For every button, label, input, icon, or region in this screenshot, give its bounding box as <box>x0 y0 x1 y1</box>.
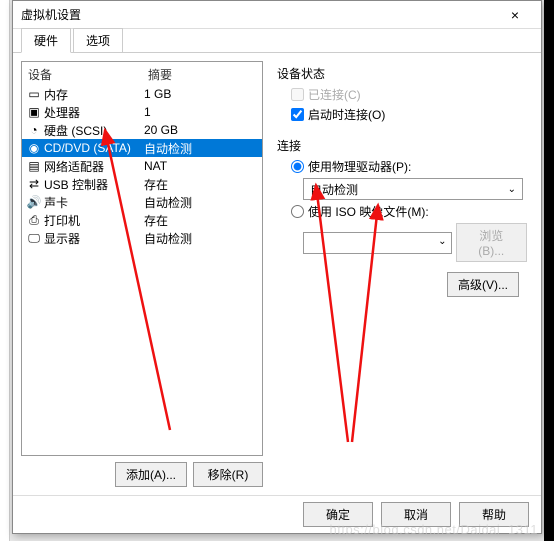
hardware-row[interactable]: ▭内存1 GB <box>22 85 262 103</box>
hardware-row[interactable]: ⇄USB 控制器存在 <box>22 175 262 193</box>
connect-at-poweron-input[interactable] <box>291 108 304 121</box>
remove-button[interactable]: 移除(R) <box>193 462 263 487</box>
tab-strip: 硬件 选项 <box>13 29 541 53</box>
device-name: 声卡 <box>44 194 144 211</box>
device-summary: 20 GB <box>144 123 258 137</box>
device-summary: NAT <box>144 159 258 173</box>
device-summary: 自动检测 <box>144 194 258 211</box>
add-button[interactable]: 添加(A)... <box>115 462 187 487</box>
connect-at-poweron-checkbox[interactable]: 启动时连接(O) <box>291 106 527 123</box>
hardware-list[interactable]: ▭内存1 GB▣处理器1◔硬盘 (SCSI)20 GB◉CD/DVD (SATA… <box>22 85 262 455</box>
memory-icon: ▭ <box>26 87 42 101</box>
usb-icon: ⇄ <box>26 177 42 191</box>
device-name: CD/DVD (SATA) <box>44 141 144 155</box>
use-physical-radio[interactable]: 使用物理驱动器(P): <box>291 158 527 175</box>
cancel-button[interactable]: 取消 <box>381 502 451 527</box>
display-icon: 🖵 <box>26 231 42 245</box>
titlebar: 虚拟机设置 × <box>13 1 541 29</box>
hardware-row[interactable]: ◉CD/DVD (SATA)自动检测 <box>22 139 262 157</box>
hardware-row[interactable]: ◔硬盘 (SCSI)20 GB <box>22 121 262 139</box>
printer-icon: ⎙ <box>26 213 42 227</box>
help-button[interactable]: 帮助 <box>459 502 529 527</box>
device-summary: 存在 <box>144 212 258 229</box>
advanced-button[interactable]: 高级(V)... <box>447 272 519 297</box>
device-summary: 1 GB <box>144 87 258 101</box>
device-summary: 1 <box>144 105 258 119</box>
column-summary: 摘要 <box>148 66 172 83</box>
ok-button[interactable]: 确定 <box>303 502 373 527</box>
device-name: 硬盘 (SCSI) <box>44 122 144 139</box>
vm-settings-window: 虚拟机设置 × 硬件 选项 设备 摘要 ▭内存1 GB▣处理器1◔硬盘 (SCS… <box>12 0 542 534</box>
physical-drive-dropdown[interactable]: 自动检测 <box>303 178 523 200</box>
device-status-label: 设备状态 <box>277 65 527 82</box>
dialog-footer: 确定 取消 帮助 <box>13 495 541 533</box>
connected-checkbox: 已连接(C) <box>291 86 527 103</box>
hardware-row[interactable]: ⎙打印机存在 <box>22 211 262 229</box>
iso-path-input[interactable] <box>303 232 452 254</box>
use-iso-input[interactable] <box>291 205 304 218</box>
connected-input <box>291 88 304 101</box>
hardware-row[interactable]: ▣处理器1 <box>22 103 262 121</box>
cd-icon: ◉ <box>26 141 42 155</box>
device-name: 打印机 <box>44 212 144 229</box>
device-name: 显示器 <box>44 230 144 247</box>
device-name: USB 控制器 <box>44 176 144 193</box>
hardware-row[interactable]: ▤网络适配器NAT <box>22 157 262 175</box>
device-name: 网络适配器 <box>44 158 144 175</box>
device-name: 内存 <box>44 86 144 103</box>
network-icon: ▤ <box>26 159 42 173</box>
cpu-icon: ▣ <box>26 105 42 119</box>
close-icon[interactable]: × <box>497 7 533 23</box>
hardware-panel: 设备 摘要 ▭内存1 GB▣处理器1◔硬盘 (SCSI)20 GB◉CD/DVD… <box>21 61 263 487</box>
connection-label: 连接 <box>277 137 527 154</box>
device-summary: 自动检测 <box>144 230 258 247</box>
use-physical-input[interactable] <box>291 160 304 173</box>
tab-options[interactable]: 选项 <box>73 28 123 52</box>
device-name: 处理器 <box>44 104 144 121</box>
device-summary: 自动检测 <box>144 140 258 157</box>
hardware-row[interactable]: 🔊声卡自动检测 <box>22 193 262 211</box>
tab-hardware[interactable]: 硬件 <box>21 28 71 53</box>
settings-panel: 设备状态 已连接(C) 启动时连接(O) 连接 使用物理驱动器(P): 自动检测 <box>271 61 533 487</box>
use-iso-radio[interactable]: 使用 ISO 映像文件(M): <box>291 203 527 220</box>
disk-icon: ◔ <box>26 123 42 137</box>
browse-button[interactable]: 浏览(B)... <box>456 223 528 262</box>
hardware-row[interactable]: 🖵显示器自动检测 <box>22 229 262 247</box>
window-title: 虚拟机设置 <box>21 6 497 23</box>
sound-icon: 🔊 <box>26 195 42 209</box>
hardware-list-header: 设备 摘要 <box>22 62 262 85</box>
column-device: 设备 <box>28 66 148 83</box>
device-summary: 存在 <box>144 176 258 193</box>
